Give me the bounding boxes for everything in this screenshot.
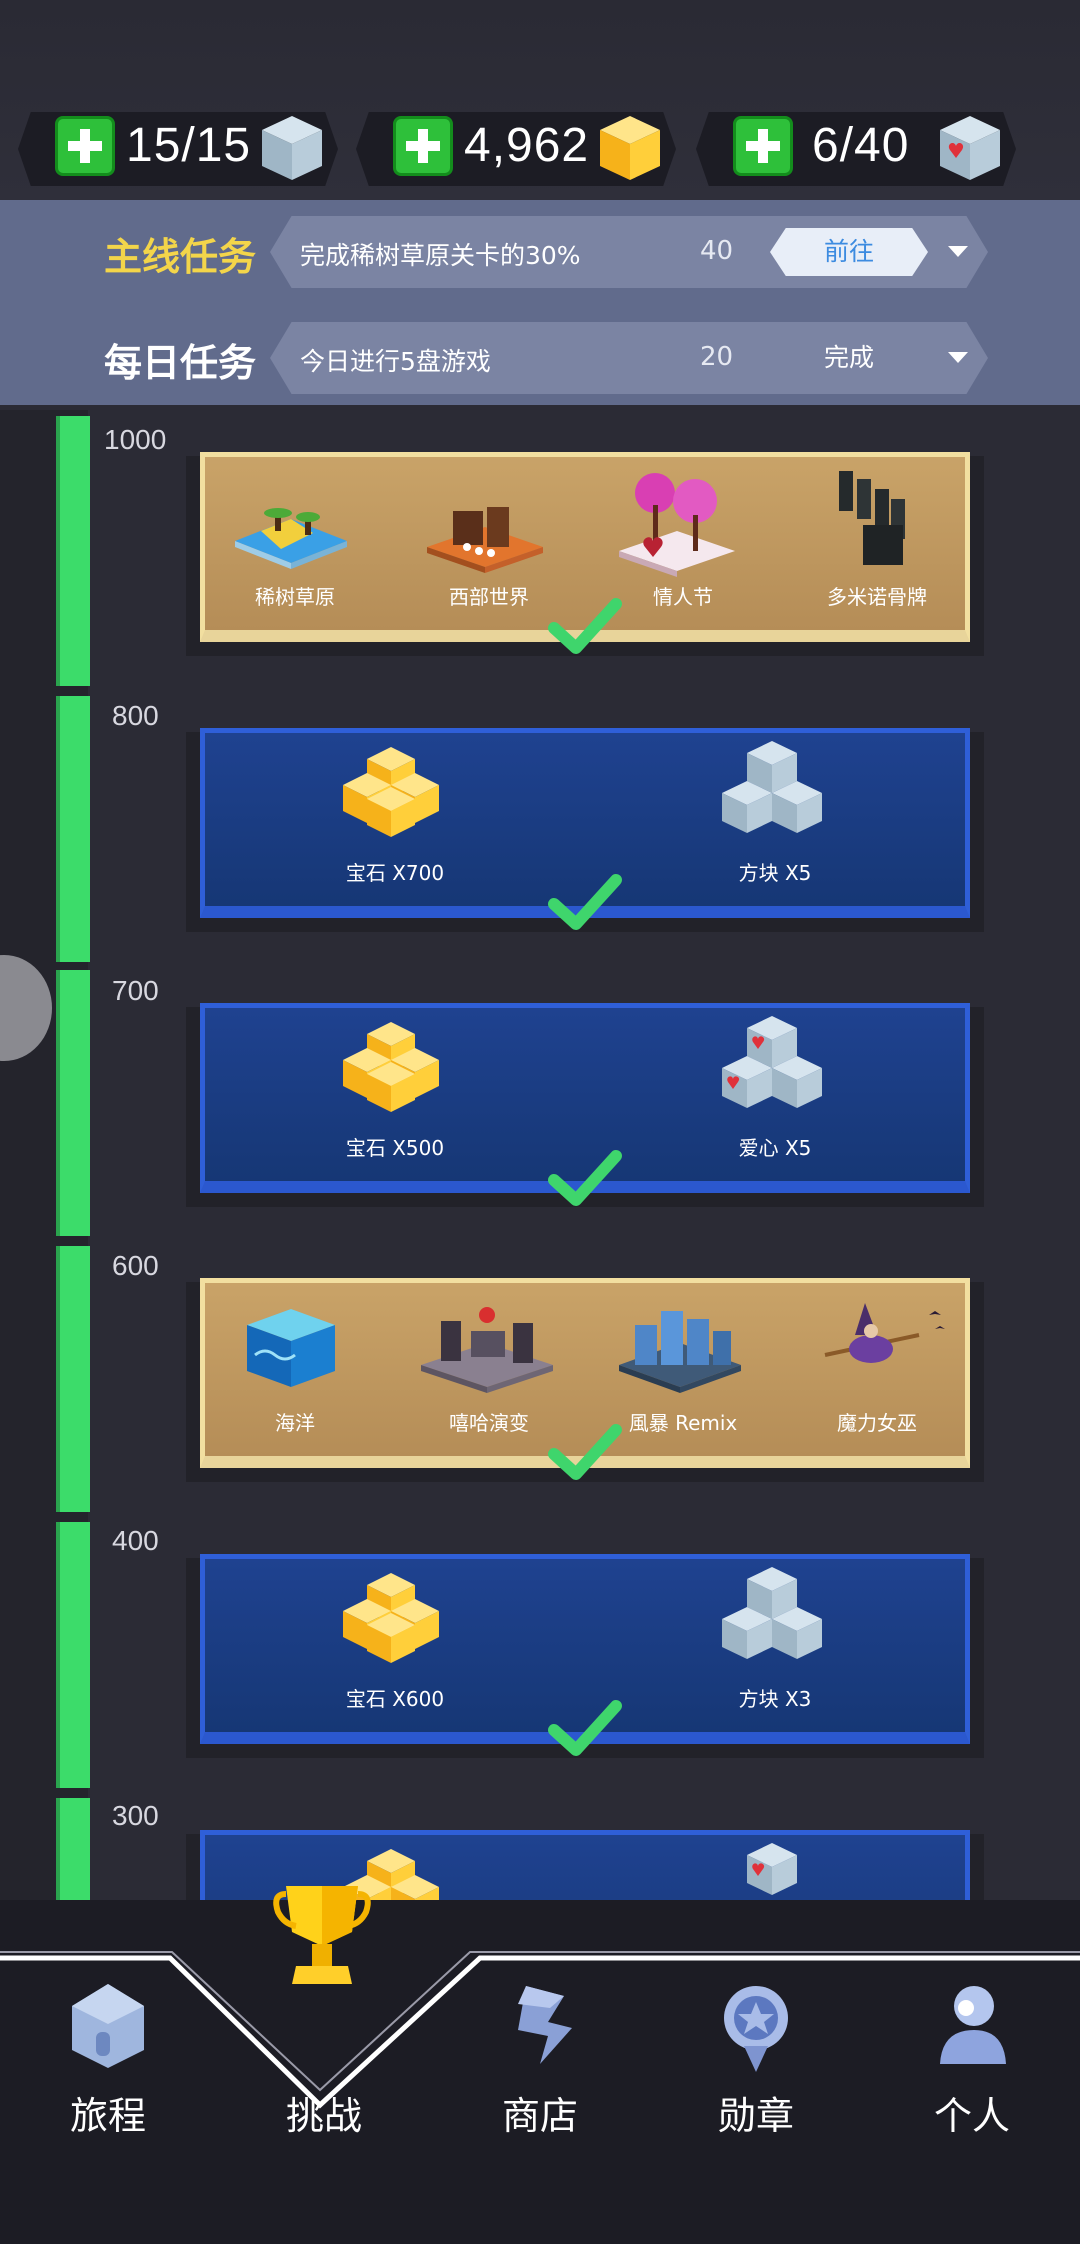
resource-bar: 15/15 4,962 6/40: [0, 0, 1080, 200]
heart-count: 6/40: [812, 119, 910, 172]
check-icon: [548, 1150, 622, 1206]
reward-item-label: 爱心 X5: [738, 1136, 812, 1160]
check-icon: [548, 598, 622, 654]
reward-item-label: 方块 X3: [738, 1687, 812, 1711]
progress-segment: [56, 696, 90, 962]
reward-item-label: 方块 X5: [738, 861, 812, 885]
reward-item-label: 宝石 X500: [345, 1136, 445, 1160]
gem-pile-icon: [343, 747, 439, 837]
person-icon: [940, 1986, 1006, 2064]
progress-segment: [56, 416, 90, 686]
check-icon: [548, 1424, 622, 1480]
main-task-bar[interactable]: 完成稀树草原关卡的30% 40 前往: [270, 216, 988, 288]
reward-item-label: 宝石 X700: [345, 861, 445, 885]
nav-challenge-label: 挑战: [285, 2094, 362, 2138]
reward-item-label: 稀树草原: [255, 585, 335, 609]
heart-cube-pile-icon: [747, 1843, 797, 1895]
nav-shop-label: 商店: [501, 2094, 578, 2138]
ice-cube-counter: 15/15: [18, 112, 338, 186]
progress-segment: [56, 1246, 90, 1512]
daily-task-bar[interactable]: 今日进行5盘游戏 20 完成: [270, 322, 988, 394]
chevron-down-icon[interactable]: [948, 246, 968, 257]
daily-task-desc: 今日进行5盘游戏: [300, 347, 491, 376]
go-button[interactable]: 前往: [770, 228, 928, 276]
gem-pile-icon: [343, 1022, 439, 1112]
bottom-nav: 旅程 挑战 商店 勋章 个人: [0, 1886, 1080, 2244]
milestone-label: 1000: [104, 424, 167, 455]
nav-profile[interactable]: 个人: [864, 1900, 1080, 2244]
milestone-label: 800: [112, 700, 159, 731]
challenge-list[interactable]: 1000 800 700 600 400 300 稀树草原 西部世界 情人节 多…: [0, 410, 1080, 1900]
main-task-points: 40: [700, 236, 734, 266]
milestone-label: 600: [112, 1250, 159, 1281]
progress-segment: [56, 1522, 90, 1788]
main-task-title: 主线任务: [104, 235, 257, 279]
gem-icon: [600, 116, 660, 180]
heart-cube-icon: [940, 116, 1000, 180]
shop-icon: [518, 1986, 572, 2064]
nav-profile-label: 个人: [933, 2094, 1010, 2138]
heart-cube-pile-icon: [722, 1016, 822, 1108]
progress-track: [0, 410, 90, 1900]
reward-item-label: 多米诺骨牌: [827, 585, 927, 609]
nav-journey-label: 旅程: [69, 2094, 146, 2138]
valentine-theme-icon: [619, 473, 735, 577]
nav-journey[interactable]: 旅程: [0, 1900, 216, 2244]
nav-shop[interactable]: 商店: [432, 1900, 648, 2244]
main-task-desc: 完成稀树草原关卡的30%: [300, 241, 581, 270]
done-status[interactable]: 完成: [770, 334, 928, 382]
trophy-icon: [273, 1886, 371, 1984]
gem-count: 4,962: [464, 119, 590, 172]
daily-task-points: 20: [700, 342, 734, 372]
wild-west-theme-icon: [427, 507, 543, 573]
storm-remix-theme-icon: [619, 1311, 741, 1393]
house-icon: [72, 1984, 144, 2068]
add-gem-button[interactable]: [393, 116, 453, 176]
chevron-down-icon[interactable]: [948, 352, 968, 363]
ice-cube-pile-icon: [722, 741, 822, 833]
ice-cube-pile-icon: [722, 1567, 822, 1659]
ocean-theme-icon: [247, 1309, 335, 1387]
add-heart-button[interactable]: [733, 116, 793, 176]
progress-segment: [56, 1798, 90, 1900]
progress-segment: [56, 970, 90, 1236]
daily-task-title: 每日任务: [104, 341, 257, 385]
check-icon: [548, 1700, 622, 1756]
domino-theme-icon: [839, 471, 905, 565]
daily-task-row: 每日任务 今日进行5盘游戏 20 完成: [0, 308, 1080, 408]
reward-item-label: 魔力女巫: [837, 1411, 917, 1435]
reward-item-label: 宝石 X600: [345, 1687, 445, 1711]
heart-counter: 6/40: [696, 112, 1016, 186]
witch-theme-icon: [824, 1303, 945, 1363]
reward-item-label: 海洋: [275, 1411, 315, 1435]
check-icon: [548, 874, 622, 930]
ice-cube-count: 15/15: [126, 119, 252, 172]
milestone-label: 300: [112, 1800, 159, 1831]
savanna-theme-icon: [235, 508, 347, 569]
ice-cube-icon: [262, 116, 322, 180]
nav-medals[interactable]: 勋章: [648, 1900, 864, 2244]
medal-icon: [724, 1986, 788, 2072]
nav-medals-label: 勋章: [717, 2094, 794, 2138]
gem-pile-icon: [343, 1573, 439, 1663]
task-panel: 主线任务 完成稀树草原关卡的30% 40 前往 每日任务 今日进行5盘游戏 20…: [0, 200, 1080, 405]
main-task-row: 主线任务 完成稀树草原关卡的30% 40 前往: [0, 202, 1080, 302]
hiphop-theme-icon: [421, 1307, 553, 1393]
milestone-label: 700: [112, 975, 159, 1006]
gem-counter: 4,962: [356, 112, 676, 186]
milestone-label: 400: [112, 1525, 159, 1556]
nav-challenge[interactable]: 挑战: [216, 1886, 432, 2244]
add-ice-cube-button[interactable]: [55, 116, 115, 176]
